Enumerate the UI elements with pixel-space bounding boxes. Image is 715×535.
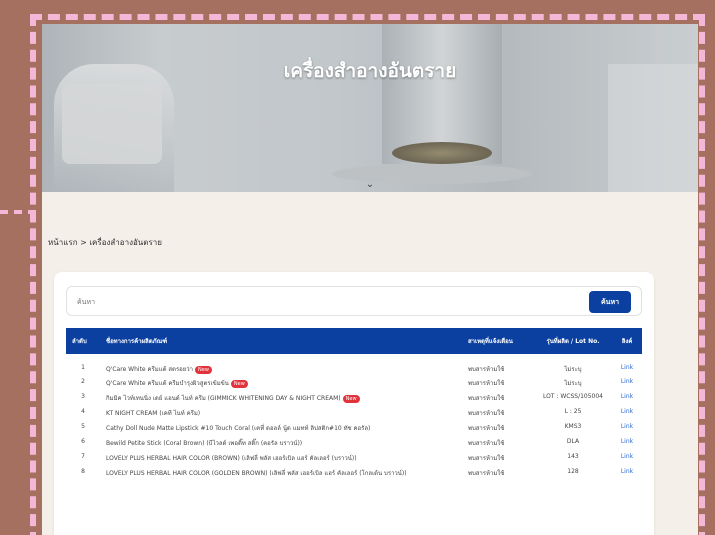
- decorative-dash: [0, 210, 36, 214]
- row-no: 4: [81, 408, 85, 415]
- table-row: 3 กิมมิค ไวท์เทนนิ่ง เดย์ แอนด์ ไนท์ ครี…: [66, 391, 642, 406]
- row-reason: พบสารห้ามใช้: [468, 455, 505, 462]
- row-no: 8: [81, 468, 85, 475]
- row-reason: พบสารห้ามใช้: [468, 440, 505, 447]
- row-name: Q'Care White ครีมแต้ สตรอยว่า: [106, 366, 194, 373]
- row-name: กิมมิค ไวท์เทนนิ่ง เดย์ แอนด์ ไนท์ ครีม …: [106, 395, 341, 402]
- row-lot: DLA: [566, 438, 580, 445]
- row-link[interactable]: Link: [612, 466, 642, 481]
- row-lot: L : 25: [564, 408, 582, 415]
- row-name-cell: Q'Care White ครีมแต้ สตรอยว่า New: [100, 354, 462, 376]
- hazard-table: ลำดับ ชื่อทางการค้าผลิตภัณฑ์ สาเหตุที่แจ…: [66, 328, 642, 481]
- row-reason: พบสารห้ามใช้: [468, 395, 505, 402]
- search-input[interactable]: [77, 294, 557, 310]
- table-row: 2 Q'Care White ครีมแต้ ครีมบำรุงผิวสูตรเ…: [66, 376, 642, 391]
- hero-banner: เครื่องสำอางอันตราย ⌄: [42, 24, 698, 192]
- row-no: 1: [81, 364, 85, 371]
- search-button[interactable]: ค้นหา: [589, 291, 631, 313]
- row-no: 5: [81, 423, 85, 430]
- row-reason: พบสารห้ามใช้: [468, 366, 505, 373]
- header-name: ชื่อทางการค้าผลิตภัณฑ์: [106, 338, 168, 345]
- row-reason: พบสารห้ามใช้: [468, 410, 505, 417]
- row-link[interactable]: Link: [612, 354, 642, 376]
- row-lot: 143: [567, 453, 579, 460]
- chevron-down-icon[interactable]: ⌄: [366, 179, 374, 190]
- row-lot: ไม่ระบุ: [564, 380, 582, 387]
- row-no: 3: [81, 393, 85, 400]
- page-title: เครื่องสำอางอันตราย: [283, 60, 457, 82]
- row-link[interactable]: Link: [612, 376, 642, 391]
- row-link[interactable]: Link: [612, 451, 642, 466]
- row-lot: LOT : WCSS/105004: [542, 393, 604, 400]
- row-reason: พบสารห้ามใช้: [468, 425, 505, 432]
- breadcrumb[interactable]: หน้าแรก > เครื่องสำอางอันตราย: [48, 236, 162, 249]
- table-header-row: ลำดับ ชื่อทางการค้าผลิตภัณฑ์ สาเหตุที่แจ…: [66, 328, 642, 354]
- row-lot: ไม่ระบุ: [564, 366, 582, 373]
- row-reason: พบสารห้ามใช้: [468, 380, 505, 387]
- row-link[interactable]: Link: [612, 421, 642, 436]
- row-link[interactable]: Link: [612, 406, 642, 421]
- row-name-cell: กิมมิค ไวท์เทนนิ่ง เดย์ แอนด์ ไนท์ ครีม …: [100, 391, 462, 406]
- row-lot: KMS3: [564, 423, 582, 430]
- results-card: ค้นหา ลำดับ ชื่อทางการค้าผลิตภัณฑ์ สาเหต…: [54, 272, 654, 535]
- table-row: 4 KT NIGHT CREAM (เคที ไนท์ ครีม) พบสารห…: [66, 406, 642, 421]
- row-name: LOVELY PLUS HERBAL HAIR COLOR (GOLDEN BR…: [106, 470, 407, 477]
- table-row: 1 Q'Care White ครีมแต้ สตรอยว่า New พบสาร…: [66, 354, 642, 376]
- table-row: 8 LOVELY PLUS HERBAL HAIR COLOR (GOLDEN …: [66, 466, 642, 481]
- header-link: ลิงค์: [621, 338, 633, 345]
- new-badge: New: [230, 380, 248, 388]
- row-no: 7: [81, 453, 85, 460]
- table-row: 5 Cathy Doll Nude Matte Lipstick #10 Tou…: [66, 421, 642, 436]
- table-row: 6 Bewild Petite Stick (Coral Brown) (บีไ…: [66, 436, 642, 451]
- header-no: ลำดับ: [72, 338, 87, 345]
- row-reason: พบสารห้ามใช้: [468, 470, 505, 477]
- row-link[interactable]: Link: [612, 391, 642, 406]
- table-row: 7 LOVELY PLUS HERBAL HAIR COLOR (BROWN) …: [66, 451, 642, 466]
- row-name: Bewild Petite Stick (Coral Brown) (บีไวล…: [106, 440, 303, 447]
- row-lot: 128: [567, 468, 579, 475]
- row-name: KT NIGHT CREAM (เคที ไนท์ ครีม): [106, 410, 201, 417]
- header-reason: สาเหตุที่แจ้งเตือน: [468, 338, 513, 345]
- row-name: Cathy Doll Nude Matte Lipstick #10 Touch…: [106, 425, 371, 432]
- row-no: 2: [81, 378, 85, 385]
- hero-overlay: [42, 24, 698, 192]
- new-badge: New: [342, 395, 360, 403]
- row-link[interactable]: Link: [612, 436, 642, 451]
- row-no: 6: [81, 438, 85, 445]
- new-badge: New: [195, 366, 212, 374]
- header-lot: รุ่นที่ผลิต / Lot No.: [546, 338, 600, 345]
- search-bar: ค้นหา: [66, 286, 642, 316]
- row-name-cell: Q'Care White ครีมแต้ ครีมบำรุงผิวสูตรเข้…: [100, 376, 462, 391]
- row-name: LOVELY PLUS HERBAL HAIR COLOR (BROWN) (เ…: [106, 455, 357, 462]
- webpage-screenshot: เครื่องสำอางอันตราย ⌄ หน้าแรก > เครื่องส…: [42, 24, 698, 535]
- row-name: Q'Care White ครีมแต้ ครีมบำรุงผิวสูตรเข้…: [106, 380, 229, 387]
